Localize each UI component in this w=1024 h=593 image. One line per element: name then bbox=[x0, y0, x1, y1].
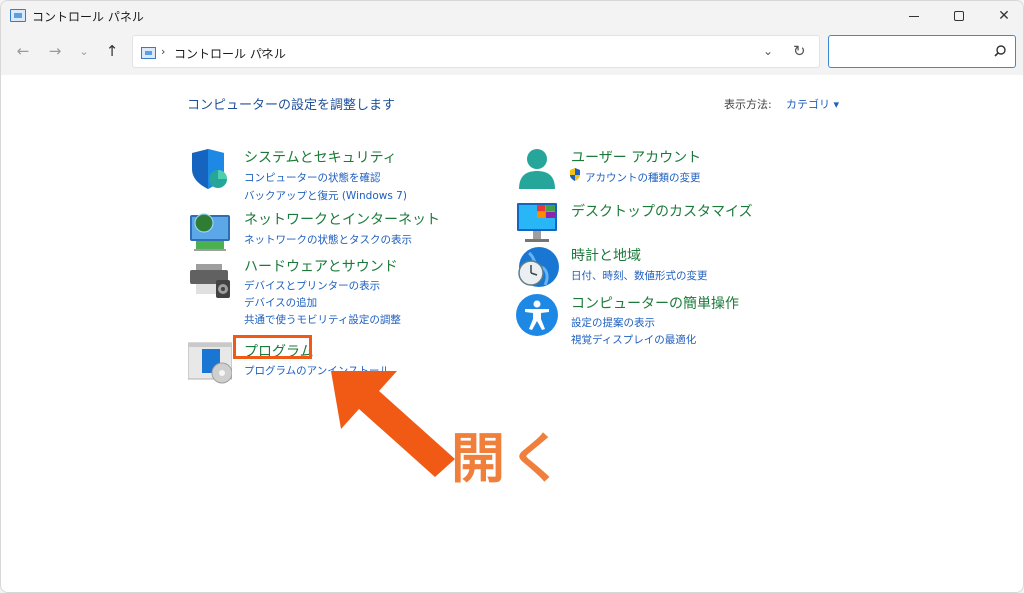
category-title[interactable]: ハードウェアとサウンド bbox=[244, 256, 398, 276]
breadcrumb-chevron-icon[interactable]: › bbox=[161, 45, 165, 58]
page-title: コンピューターの設定を調整します bbox=[187, 98, 396, 113]
desktop-icon[interactable] bbox=[515, 201, 559, 245]
link-check-status[interactable]: コンピューターの状態を確認 bbox=[244, 170, 381, 185]
annotation-label: 開く bbox=[451, 427, 567, 490]
category-title[interactable]: 時計と地域 bbox=[571, 245, 641, 265]
up-button[interactable]: ↑ bbox=[102, 41, 122, 61]
minimize-icon bbox=[909, 15, 919, 17]
control-panel-window: コントロール パネル ✕ ← → ⌄ ↑ › コントロール パネル › ⌄ ↻ … bbox=[0, 0, 1024, 593]
highlight-box bbox=[233, 335, 312, 359]
breadcrumb-chevron-icon[interactable]: › bbox=[261, 45, 265, 58]
category-title[interactable]: ネットワークとインターネット bbox=[244, 209, 440, 229]
back-button[interactable]: ← bbox=[13, 41, 33, 61]
network-icon[interactable] bbox=[188, 209, 232, 253]
uac-shield-icon bbox=[570, 168, 580, 181]
shield-icon[interactable] bbox=[188, 147, 232, 191]
link-change-account-type[interactable]: アカウントの種類の変更 bbox=[585, 170, 701, 185]
category-title[interactable]: ユーザー アカウント bbox=[571, 147, 701, 167]
breadcrumb-control-panel[interactable]: コントロール パネル bbox=[174, 45, 286, 62]
accessibility-icon[interactable] bbox=[515, 293, 559, 337]
link-network-status[interactable]: ネットワークの状態とタスクの表示 bbox=[244, 232, 412, 247]
recent-locations-button[interactable]: ⌄ bbox=[74, 41, 94, 61]
link-devices-printers[interactable]: デバイスとプリンターの表示 bbox=[244, 278, 380, 293]
annotation-arrow-icon bbox=[331, 371, 455, 477]
view-by-label: 表示方法: bbox=[724, 98, 772, 111]
printer-icon[interactable] bbox=[188, 256, 232, 300]
refresh-icon[interactable]: ↻ bbox=[793, 42, 806, 60]
forward-button[interactable]: → bbox=[45, 41, 65, 61]
link-view-suggestions[interactable]: 設定の提案の表示 bbox=[571, 315, 655, 330]
control-panel-content: コンピューターの設定を調整します 表示方法: カテゴリ ▾ システムとセキュリテ… bbox=[1, 75, 1023, 592]
category-title[interactable]: システムとセキュリティ bbox=[244, 147, 397, 167]
search-input[interactable] bbox=[835, 42, 985, 62]
address-bar[interactable]: › コントロール パネル › ⌄ ↻ bbox=[132, 35, 820, 68]
search-box[interactable] bbox=[828, 35, 1016, 68]
programs-icon[interactable] bbox=[188, 341, 232, 385]
link-backup-restore[interactable]: バックアップと復元 (Windows 7) bbox=[244, 188, 407, 203]
close-icon: ✕ bbox=[998, 8, 1010, 24]
clock-globe-icon[interactable] bbox=[515, 245, 559, 289]
control-panel-icon bbox=[141, 47, 156, 59]
link-add-device[interactable]: デバイスの追加 bbox=[244, 295, 317, 310]
link-mobility-settings[interactable]: 共通で使うモビリティ設定の調整 bbox=[244, 312, 401, 327]
view-by-dropdown[interactable]: カテゴリ ▾ bbox=[786, 96, 839, 112]
navigation-bar: ← → ⌄ ↑ › コントロール パネル › ⌄ ↻ bbox=[1, 31, 1023, 75]
title-bar[interactable]: コントロール パネル ✕ bbox=[1, 1, 1023, 31]
maximize-icon bbox=[954, 11, 964, 21]
address-dropdown-icon[interactable]: ⌄ bbox=[763, 44, 773, 58]
category-title[interactable]: コンピューターの簡単操作 bbox=[571, 293, 739, 313]
control-panel-icon bbox=[10, 9, 26, 22]
maximize-button[interactable] bbox=[936, 1, 982, 31]
link-optimize-display[interactable]: 視覚ディスプレイの最適化 bbox=[571, 332, 696, 347]
category-title[interactable]: デスクトップのカスタマイズ bbox=[571, 201, 753, 221]
search-icon[interactable] bbox=[993, 44, 1007, 58]
user-icon[interactable] bbox=[515, 147, 559, 191]
window-title: コントロール パネル bbox=[32, 10, 144, 24]
minimize-button[interactable] bbox=[891, 1, 937, 31]
close-button[interactable]: ✕ bbox=[981, 1, 1023, 31]
link-change-date-time-format[interactable]: 日付、時刻、数値形式の変更 bbox=[571, 268, 708, 283]
